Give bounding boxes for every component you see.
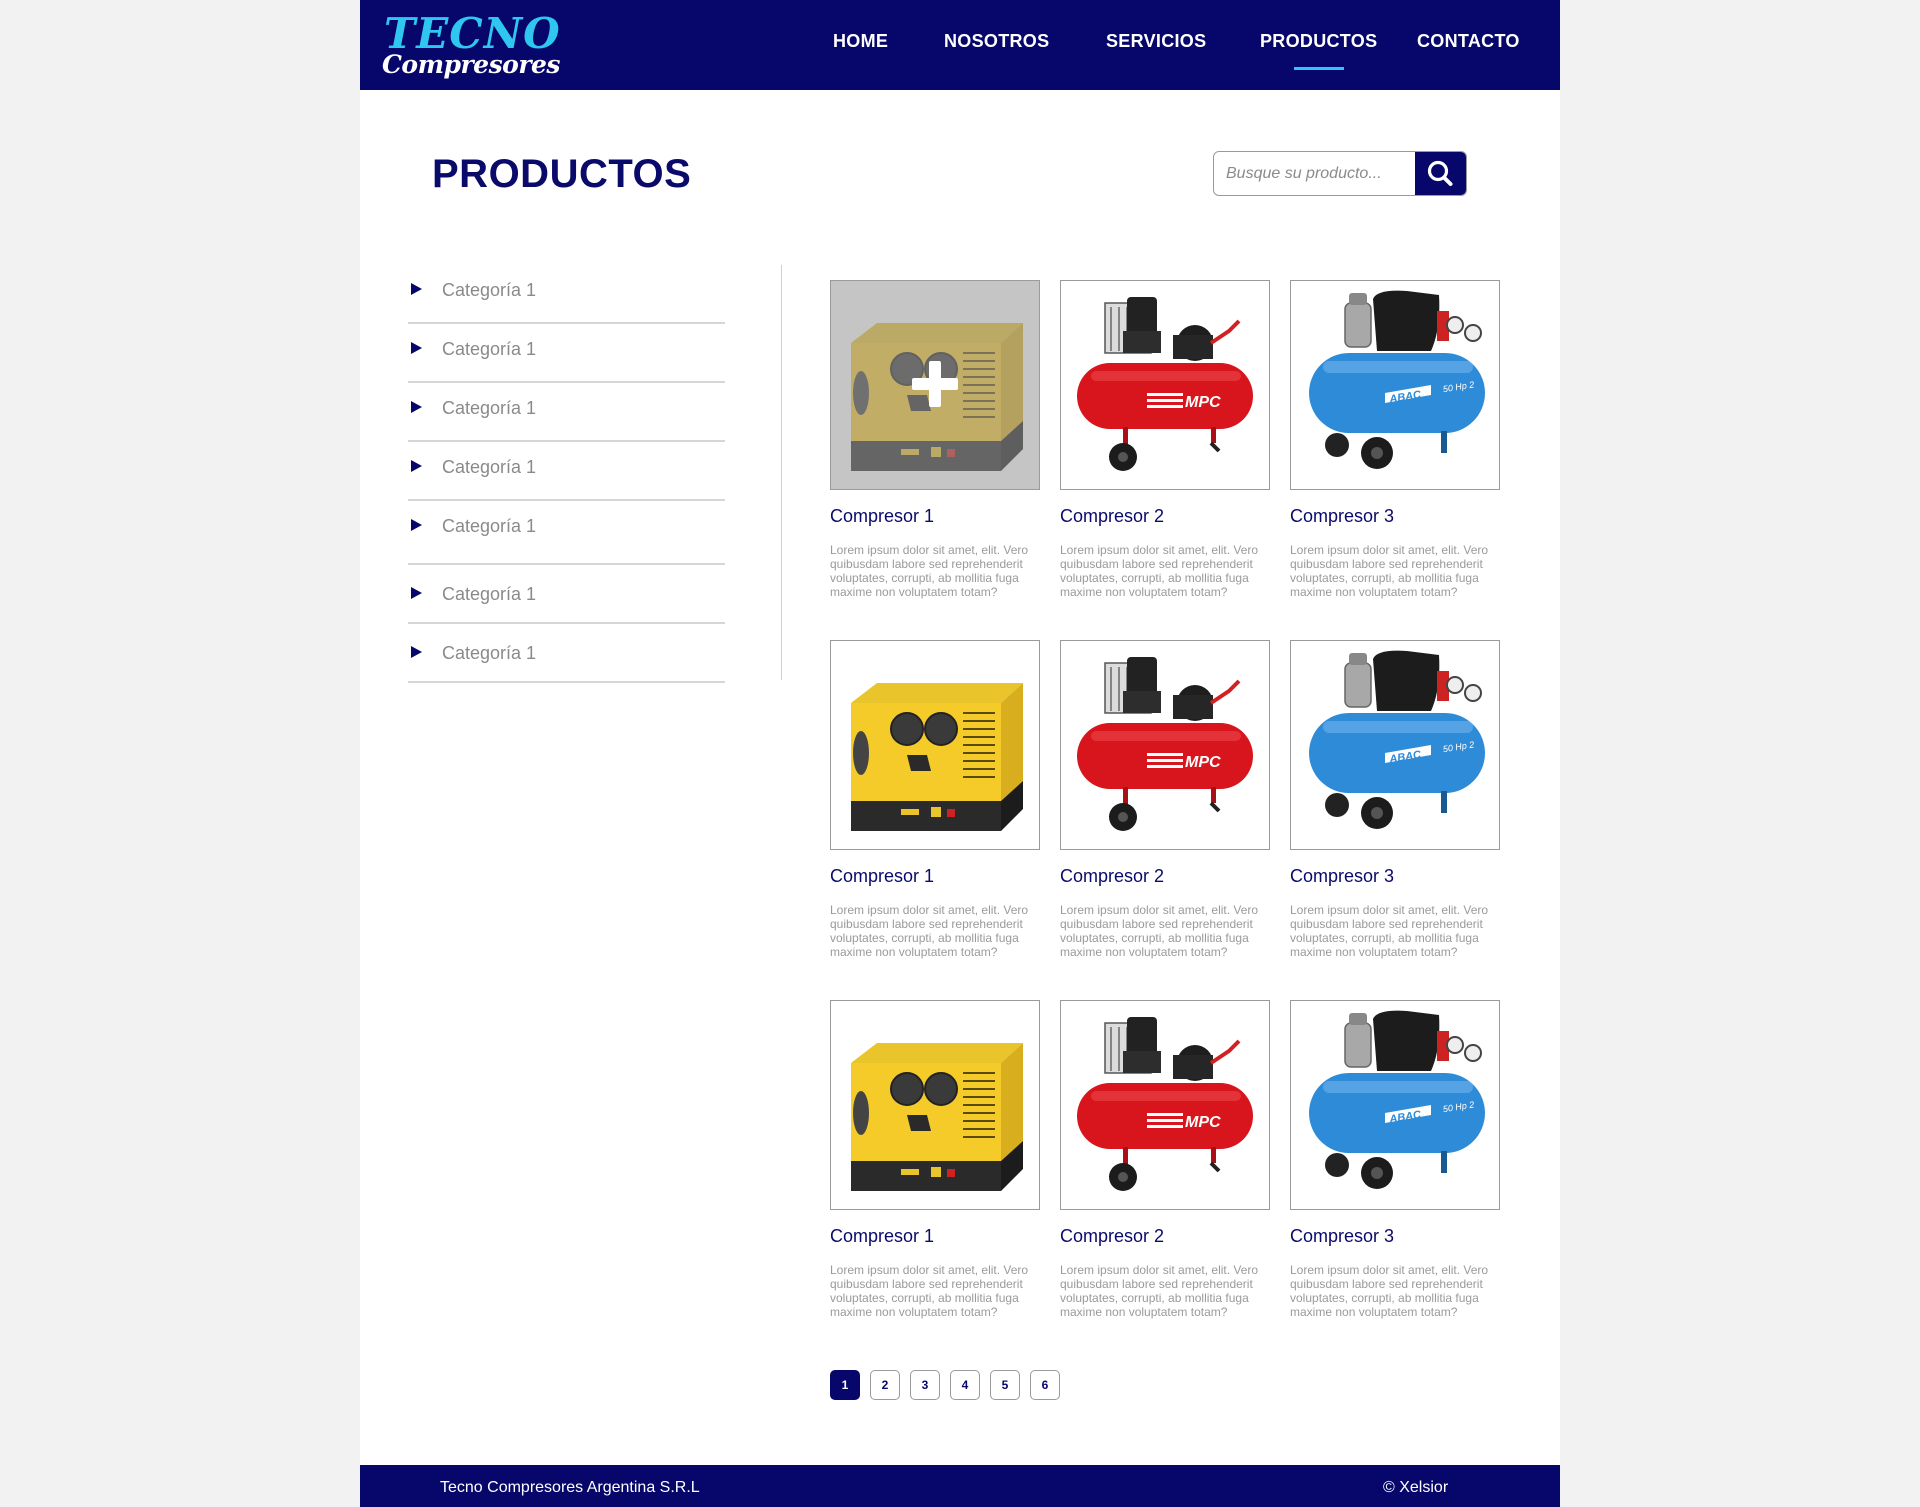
category-item[interactable]: Categoría 1 bbox=[408, 624, 725, 683]
category-label: Categoría 1 bbox=[442, 516, 537, 536]
product-name[interactable]: Compresor 2 bbox=[1060, 1225, 1164, 1247]
product-name[interactable]: Compresor 3 bbox=[1290, 1225, 1394, 1247]
search-input[interactable] bbox=[1214, 152, 1419, 195]
yellow-compressor-icon bbox=[831, 1001, 1039, 1209]
blue-compressor-icon: ABAC 50 Hp 2 bbox=[1291, 641, 1499, 849]
category-sidebar: Categoría 1 Categoría 1 Categoría 1 Cate… bbox=[408, 265, 725, 683]
triangle-right-icon bbox=[411, 519, 422, 531]
product-description: Lorem ipsum dolor sit amet, elit. Vero q… bbox=[830, 903, 1029, 959]
product-description: Lorem ipsum dolor sit amet, elit. Vero q… bbox=[1060, 1263, 1259, 1319]
logo[interactable]: TECNO Compresores bbox=[382, 12, 560, 82]
nav-home[interactable]: HOME bbox=[833, 30, 888, 52]
product-description: Lorem ipsum dolor sit amet, elit. Vero q… bbox=[1060, 543, 1259, 599]
category-label: Categoría 1 bbox=[442, 280, 537, 300]
product-description: Lorem ipsum dolor sit amet, elit. Vero q… bbox=[1290, 543, 1489, 599]
product-image[interactable] bbox=[830, 640, 1040, 850]
active-nav-indicator bbox=[1294, 67, 1344, 70]
product-image[interactable]: MPC bbox=[1060, 280, 1270, 490]
product-name[interactable]: Compresor 2 bbox=[1060, 505, 1164, 527]
yellow-compressor-icon bbox=[831, 641, 1039, 849]
product-name[interactable]: Compresor 1 bbox=[830, 505, 934, 527]
triangle-right-icon bbox=[411, 460, 422, 472]
plus-icon bbox=[912, 378, 958, 390]
page-button[interactable]: 5 bbox=[990, 1370, 1020, 1400]
product-description: Lorem ipsum dolor sit amet, elit. Vero q… bbox=[1290, 903, 1489, 959]
page-title: PRODUCTOS bbox=[432, 152, 692, 196]
red-compressor-icon: MPC bbox=[1061, 281, 1269, 489]
svg-text:MPC: MPC bbox=[1185, 754, 1221, 771]
page: TECNO Compresores HOME NOSOTROS SERVICIO… bbox=[360, 0, 1560, 1507]
product-name[interactable]: Compresor 3 bbox=[1290, 505, 1394, 527]
nav-servicios[interactable]: SERVICIOS bbox=[1106, 30, 1206, 52]
top-navbar: TECNO Compresores HOME NOSOTROS SERVICIO… bbox=[360, 0, 1560, 90]
product-name[interactable]: Compresor 1 bbox=[830, 865, 934, 887]
search-icon bbox=[1427, 160, 1453, 186]
product-image[interactable]: ABAC 50 Hp 2 bbox=[1290, 280, 1500, 490]
product-description: Lorem ipsum dolor sit amet, elit. Vero q… bbox=[1290, 1263, 1489, 1319]
triangle-right-icon bbox=[411, 401, 422, 413]
footer-company: Tecno Compresores Argentina S.R.L bbox=[440, 1479, 700, 1496]
nav-contacto[interactable]: CONTACTO bbox=[1417, 30, 1520, 52]
triangle-right-icon bbox=[411, 342, 422, 354]
triangle-right-icon bbox=[411, 646, 422, 658]
product-image[interactable]: MPC bbox=[1060, 640, 1270, 850]
triangle-right-icon bbox=[411, 283, 422, 295]
category-item[interactable]: Categoría 1 bbox=[408, 442, 725, 501]
category-label: Categoría 1 bbox=[442, 398, 537, 418]
product-name[interactable]: Compresor 3 bbox=[1290, 865, 1394, 887]
product-name[interactable]: Compresor 1 bbox=[830, 1225, 934, 1247]
blue-compressor-icon: ABAC 50 Hp 2 bbox=[1291, 281, 1499, 489]
category-label: Categoría 1 bbox=[442, 457, 537, 477]
product-image[interactable]: ABAC 50 Hp 2 bbox=[1290, 1000, 1500, 1210]
category-label: Categoría 1 bbox=[442, 339, 537, 359]
blue-compressor-icon: ABAC 50 Hp 2 bbox=[1291, 1001, 1499, 1209]
search-button[interactable] bbox=[1415, 152, 1466, 195]
page-button[interactable]: 3 bbox=[910, 1370, 940, 1400]
svg-text:MPC: MPC bbox=[1185, 1114, 1221, 1131]
product-description: Lorem ipsum dolor sit amet, elit. Vero q… bbox=[1060, 903, 1259, 959]
red-compressor-icon: MPC bbox=[1061, 1001, 1269, 1209]
sidebar-divider bbox=[781, 265, 782, 680]
category-item[interactable]: Categoría 1 bbox=[408, 383, 725, 442]
product-description: Lorem ipsum dolor sit amet, elit. Vero q… bbox=[830, 1263, 1029, 1319]
footer: Tecno Compresores Argentina S.R.L © Xels… bbox=[360, 1465, 1560, 1507]
product-image[interactable]: ABAC 50 Hp 2 bbox=[1290, 640, 1500, 850]
category-item[interactable]: Categoría 1 bbox=[408, 501, 725, 565]
product-image[interactable] bbox=[830, 1000, 1040, 1210]
page-button[interactable]: 4 bbox=[950, 1370, 980, 1400]
triangle-right-icon bbox=[411, 587, 422, 599]
product-name[interactable]: Compresor 2 bbox=[1060, 865, 1164, 887]
nav-nosotros[interactable]: NOSOTROS bbox=[944, 30, 1049, 52]
logo-line-2: Compresores bbox=[382, 50, 560, 79]
category-label: Categoría 1 bbox=[442, 643, 537, 663]
category-item[interactable]: Categoría 1 bbox=[408, 324, 725, 383]
search-box bbox=[1213, 151, 1467, 196]
page-button-current[interactable]: 1 bbox=[830, 1370, 860, 1400]
footer-credit[interactable]: © Xelsior bbox=[1383, 1478, 1448, 1498]
page-button[interactable]: 6 bbox=[1030, 1370, 1060, 1400]
category-item[interactable]: Categoría 1 bbox=[408, 265, 725, 324]
page-button[interactable]: 2 bbox=[870, 1370, 900, 1400]
svg-text:MPC: MPC bbox=[1185, 394, 1221, 411]
category-label: Categoría 1 bbox=[442, 584, 537, 604]
nav-productos[interactable]: PRODUCTOS bbox=[1260, 30, 1377, 52]
red-compressor-icon: MPC bbox=[1061, 641, 1269, 849]
category-item[interactable]: Categoría 1 bbox=[408, 565, 725, 624]
product-image[interactable]: MPC bbox=[1060, 1000, 1270, 1210]
product-description: Lorem ipsum dolor sit amet, elit. Vero q… bbox=[830, 543, 1029, 599]
product-image[interactable] bbox=[830, 280, 1040, 490]
